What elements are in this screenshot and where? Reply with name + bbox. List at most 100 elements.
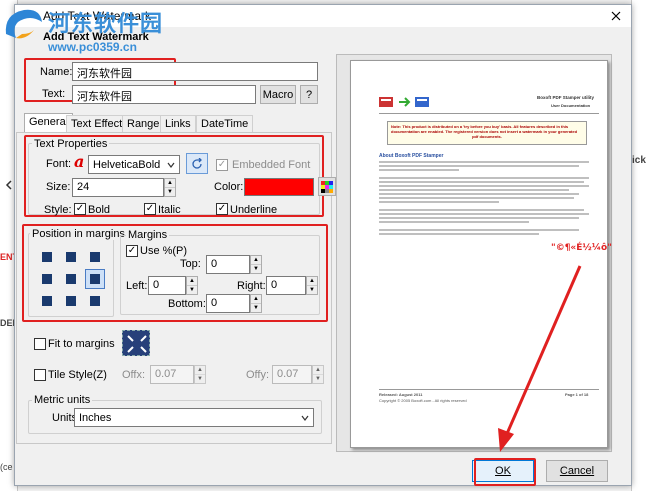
background-label: (ce [0, 462, 13, 472]
refresh-fonts-button[interactable] [186, 153, 208, 174]
name-input[interactable]: 河东软件园 [72, 62, 318, 81]
embedded-font-checkbox[interactable]: ✓ [216, 159, 228, 171]
preview-note-box: Note: This product is distributed on a '… [387, 121, 587, 145]
chevron-down-icon [167, 162, 175, 168]
left-margin-spinner[interactable]: ▲ ▼ [186, 276, 198, 295]
tile-style-label: Tile Style(Z) [48, 369, 107, 381]
size-spinner[interactable]: ▲ ▼ [164, 178, 176, 197]
position-middle-center[interactable] [66, 274, 76, 284]
macro-button[interactable]: Macro [260, 85, 296, 104]
top-margin-input[interactable]: 0 [206, 255, 250, 274]
site-logo-icon [5, 9, 42, 39]
site-watermark-brand: 河东软件园 [48, 12, 164, 37]
top-label: Top: [180, 258, 201, 270]
margins-title: Margins [126, 229, 170, 241]
preview-header-subtitle: User Documentation [551, 103, 591, 108]
preview-note-line: Note: This product is distributed on a '… [391, 124, 569, 129]
bold-label: Bold [88, 204, 111, 216]
close-button[interactable] [603, 7, 629, 25]
left-label: Left: [126, 280, 148, 292]
embedded-font-label: Embedded Font [232, 159, 311, 171]
name-label: Name: [40, 66, 73, 78]
highlight-ok [474, 458, 536, 486]
fit-to-margins-checkbox[interactable] [34, 338, 46, 350]
help-button[interactable]: ? [300, 85, 318, 104]
preview-footer-copyright: Copyright © 2005 Boxoft.com - All rights… [379, 398, 467, 403]
fit-to-margins-label: Fit to margins [48, 338, 115, 350]
right-label: Right: [237, 280, 266, 292]
position-title: Position in margins [30, 228, 127, 240]
font-type-icon: a [74, 152, 85, 171]
position-top-center[interactable] [66, 252, 76, 262]
position-middle-left[interactable] [42, 274, 52, 284]
offx-input[interactable]: 0.07 [150, 365, 194, 384]
style-label: Style: [44, 204, 72, 216]
bottom-label: Bottom: [168, 298, 206, 310]
cancel-button[interactable]: Cancel [546, 460, 608, 482]
product-logo-icon [379, 95, 439, 109]
bottom-margin-spinner[interactable]: ▲ ▼ [250, 294, 262, 313]
use-percent-checkbox[interactable]: ✓ [126, 245, 138, 257]
offy-label: Offy: [246, 369, 270, 381]
tab-datetime[interactable]: DateTime [196, 115, 254, 133]
cancel-label: Cancel [559, 465, 595, 477]
preview-header-title: Boxoft PDF Stamper utility [537, 95, 595, 100]
position-bottom-left[interactable] [42, 296, 52, 306]
text-input[interactable]: 河东软件园 [72, 85, 256, 104]
text-properties-title: Text Properties [32, 138, 110, 150]
top-margin-spinner[interactable]: ▲ ▼ [250, 255, 262, 274]
right-margin-spinner[interactable]: ▲ ▼ [306, 276, 318, 295]
tile-style-checkbox[interactable] [34, 369, 46, 381]
text-label: Text: [42, 88, 66, 100]
right-margin-input[interactable]: 0 [266, 276, 306, 295]
site-watermark-url: www.pc0359.cn [48, 40, 137, 54]
chevron-left-icon [4, 180, 14, 193]
size-input[interactable]: 24 [72, 178, 164, 197]
color-fill [245, 179, 313, 195]
tab-links[interactable]: Links [160, 115, 196, 133]
annotation-arrow [498, 265, 582, 452]
close-icon [611, 11, 621, 21]
color-label: Color: [214, 181, 244, 193]
refresh-icon [192, 157, 202, 169]
offy-spinner[interactable]: ▲ ▼ [312, 365, 324, 384]
fit-to-margins-preview-icon [122, 330, 150, 356]
offx-spinner[interactable]: ▲ ▼ [194, 365, 206, 384]
preview-watermark-text: "©¶«É½¼ô" [551, 243, 612, 253]
tab-range[interactable]: Range [122, 115, 165, 133]
color-swatch[interactable] [244, 178, 314, 196]
position-bottom-right[interactable] [90, 296, 100, 306]
preview-divider [379, 113, 599, 114]
bold-checkbox[interactable]: ✓ [74, 203, 86, 215]
position-grid [36, 246, 108, 310]
preview-footer-left: Released: August 2011 [379, 392, 423, 397]
preview-body-lines [379, 161, 599, 237]
metric-units-title: Metric units [32, 394, 93, 406]
tab-text-effect[interactable]: Text Effect [66, 115, 128, 133]
preview-section-heading: About Boxoft PDF Stamper [379, 153, 444, 159]
font-select-value: HelveticaBold [93, 158, 161, 171]
position-bottom-center[interactable] [66, 296, 76, 306]
units-select[interactable]: Inches [74, 408, 314, 427]
position-top-right[interactable] [90, 252, 100, 262]
position-top-left[interactable] [42, 252, 52, 262]
site-watermark: 河东软件园 www.pc0359.cn [0, 0, 210, 60]
units-select-value: Inches [79, 411, 112, 424]
position-middle-right[interactable] [85, 269, 105, 289]
palette-icon [321, 180, 333, 193]
bottom-margin-input[interactable]: 0 [206, 294, 250, 313]
italic-label: Italic [158, 204, 181, 216]
underline-checkbox[interactable]: ✓ [216, 203, 228, 215]
size-label: Size: [46, 181, 71, 193]
background-right-panel [631, 0, 648, 491]
italic-checkbox[interactable]: ✓ [144, 203, 156, 215]
offy-input[interactable]: 0.07 [272, 365, 312, 384]
use-percent-label: Use %(P) [140, 245, 188, 257]
font-select[interactable]: HelveticaBold [88, 155, 180, 174]
underline-label: Underline [230, 204, 278, 216]
color-picker-button[interactable] [318, 177, 336, 196]
preview-note-line: pdf documents. [472, 134, 502, 139]
background-label: ick [632, 155, 646, 166]
left-margin-input[interactable]: 0 [148, 276, 186, 295]
font-label: Font: [46, 158, 72, 170]
